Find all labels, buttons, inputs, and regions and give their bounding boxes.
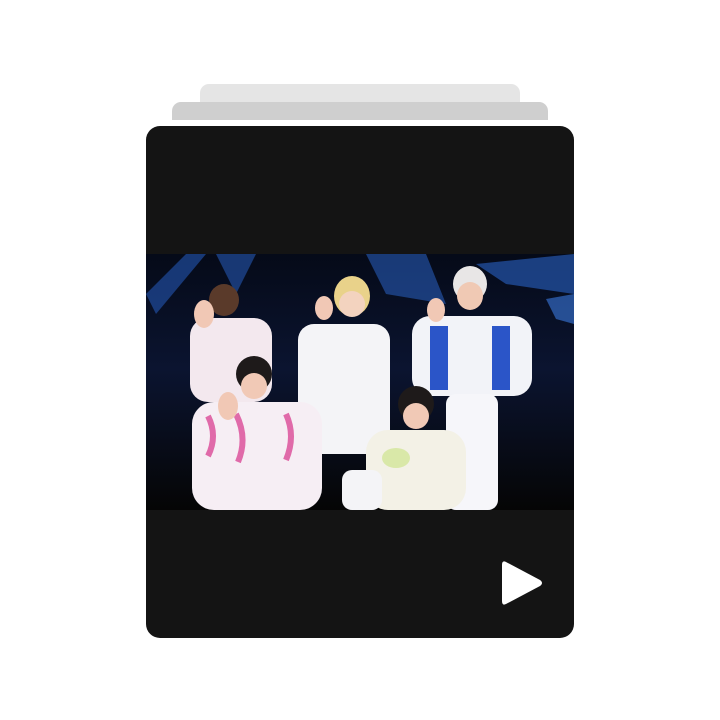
post-thumbnail-stage — [0, 0, 720, 720]
concert-photo — [146, 254, 574, 510]
play-icon — [502, 561, 542, 605]
carousel-stack-back — [200, 84, 520, 102]
concert-photo-illustration — [146, 254, 574, 510]
play-button[interactable] — [500, 558, 544, 608]
carousel-stack-middle — [172, 102, 548, 120]
video-post-card[interactable] — [146, 126, 574, 638]
